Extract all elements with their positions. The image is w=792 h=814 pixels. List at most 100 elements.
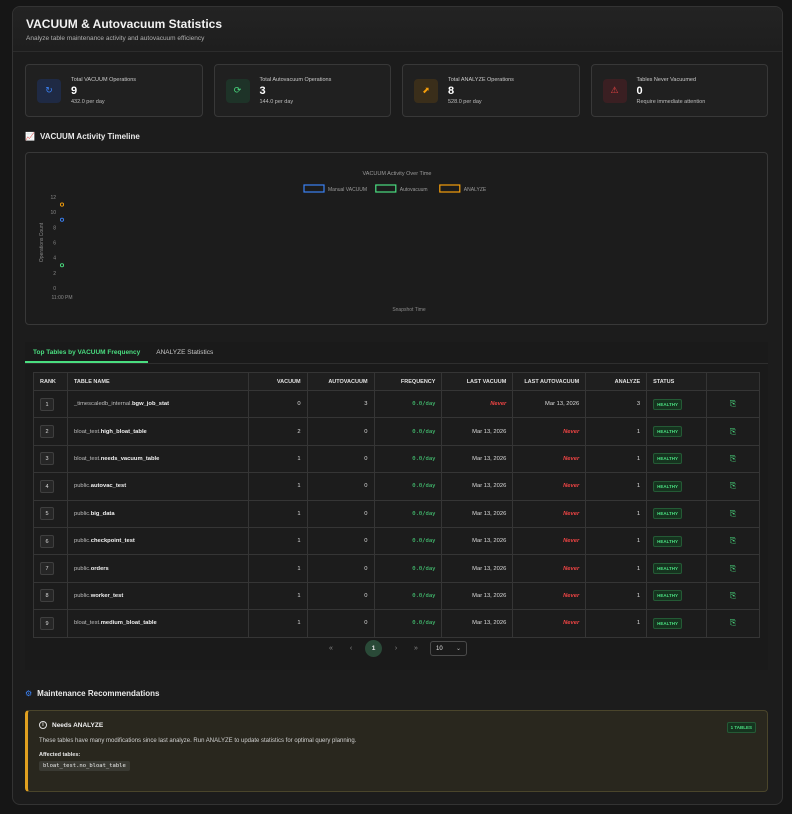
autovacuum-count: 0 xyxy=(306,444,375,474)
last-vacuum: Mar 13, 2026 xyxy=(441,526,514,556)
vacuum-count: 1 xyxy=(247,444,308,474)
col-vacuum[interactable]: VACUUM xyxy=(247,372,308,391)
table-row[interactable]: 1 _timescaledb_internal.bgw_job_stat 0 3 0.0… xyxy=(33,389,760,419)
autovacuum-count: 3 xyxy=(306,389,375,419)
analyze-count: 1 xyxy=(585,499,648,528)
frequency-value: 0.0/day xyxy=(412,565,436,572)
first-page-button[interactable]: « xyxy=(325,645,337,652)
copy-icon[interactable]: ⎘ xyxy=(706,609,760,638)
frequency-value: 0.0/day xyxy=(412,510,436,517)
autovacuum-count: 0 xyxy=(306,554,375,583)
next-page-button[interactable]: › xyxy=(390,645,402,652)
frequency-cell: 0.0/day xyxy=(373,444,443,474)
last-vacuum: Mar 13, 2026 xyxy=(441,581,514,611)
copy-icon[interactable]: ⎘ xyxy=(706,472,760,501)
table-name: checkpoint_test xyxy=(90,538,135,545)
copy-icon[interactable]: ⎘ xyxy=(706,444,760,474)
tables-count-badge: 1 TABLES xyxy=(726,722,756,733)
copy-icon[interactable]: ⎘ xyxy=(706,554,760,583)
last-page-button[interactable]: » xyxy=(410,645,422,652)
analyze-count: 1 xyxy=(585,526,648,556)
table-row[interactable]: 7 public.orders 1 0 0.0/day Mar 13, 2026 Never… xyxy=(33,554,760,583)
page-subtitle: Analyze table maintenance activity and a… xyxy=(26,35,205,42)
current-page-button[interactable]: 1 xyxy=(365,640,382,657)
table-container: RANK TABLE NAME VACUUM AUTOVACUUM FREQUE… xyxy=(25,364,768,670)
last-vacuum: Mar 13, 2026 xyxy=(441,554,514,583)
col-status[interactable]: STATUS xyxy=(646,372,708,391)
col-autovacuum[interactable]: AUTOVACUUM xyxy=(306,372,375,391)
prev-page-button[interactable]: ‹ xyxy=(345,645,357,652)
status-badge: HEALTHY xyxy=(653,617,683,629)
col-frequency[interactable]: FREQUENCY xyxy=(373,372,443,391)
col-last-autovacuum[interactable]: LAST AUTOVACUUM xyxy=(512,372,587,391)
schema-name: public. xyxy=(73,483,91,490)
affected-table-chip[interactable]: bloat_test.no_bloat_table xyxy=(39,761,130,771)
schema-name: public. xyxy=(73,538,91,545)
legend-swatch-1 xyxy=(375,184,397,193)
chart-title: VACUUM Activity Over Time xyxy=(363,171,432,177)
y-tick-label: 4 xyxy=(53,256,56,262)
rank-badge: 7 xyxy=(40,562,54,576)
copy-icon[interactable]: ⎘ xyxy=(706,526,760,556)
schema-name: bloat_test. xyxy=(73,455,101,462)
data-point-0 xyxy=(59,217,65,222)
rank-badge: 4 xyxy=(40,479,54,493)
y-tick-label: 12 xyxy=(50,195,56,201)
copy-icon[interactable]: ⎘ xyxy=(706,581,760,611)
col-rank[interactable]: RANK xyxy=(33,372,68,391)
top-tables-table: RANK TABLE NAME VACUUM AUTOVACUUM FREQUE… xyxy=(33,372,760,638)
table-name-cell: bloat_test.high_bloat_table xyxy=(66,417,249,446)
copy-icon[interactable]: ⎘ xyxy=(706,389,760,419)
copy-icon[interactable]: ⎘ xyxy=(706,417,760,446)
rank-cell: 6 xyxy=(33,526,68,556)
table-row[interactable]: 3 bloat_test.needs_vacuum_table 1 0 0.0/day M… xyxy=(33,444,760,474)
last-vacuum: Never xyxy=(441,389,514,419)
table-row[interactable]: 4 public.autovac_test 1 0 0.0/day Mar 13, 202… xyxy=(33,472,760,501)
col-last-vacuum[interactable]: LAST VACUUM xyxy=(441,372,514,391)
pagination: « ‹ 1 › » 10 ⌄ xyxy=(0,640,792,657)
table-row[interactable]: 9 bloat_test.medium_bloat_table 1 0 0.0/day M… xyxy=(33,609,760,638)
rank-badge: 6 xyxy=(40,534,54,548)
analyze-count: 1 xyxy=(585,472,648,501)
table-row[interactable]: 6 public.checkpoint_test 1 0 0.0/day Mar 13, … xyxy=(33,526,760,556)
status-badge: HEALTHY xyxy=(653,508,683,520)
table-row[interactable]: 2 bloat_test.high_bloat_table 2 0 0.0/day Mar… xyxy=(33,417,760,446)
stat-label: Total VACUUM Operations xyxy=(71,76,137,83)
schema-name: bloat_test. xyxy=(73,620,101,627)
frequency-value: 0.0/day xyxy=(412,483,436,490)
last-vacuum: Mar 13, 2026 xyxy=(441,499,514,528)
col-analyze[interactable]: ANALYZE xyxy=(585,372,648,391)
table-row[interactable]: 8 public.worker_test 1 0 0.0/day Mar 13, 2026… xyxy=(33,581,760,611)
col-table-name[interactable]: TABLE NAME xyxy=(66,372,249,391)
frequency-value: 0.0/day xyxy=(412,401,436,408)
stat-note: 144.0 per day xyxy=(259,98,294,105)
tab-analyze-statistics[interactable]: ANALYZE Statistics xyxy=(148,342,221,363)
schema-name: bloat_test. xyxy=(73,428,101,435)
rank-cell: 2 xyxy=(33,417,68,446)
stat-card: ⚠ Tables Never Vacuumed 0 Require immediate… xyxy=(590,64,768,117)
analyze-count: 1 xyxy=(585,609,648,638)
legend-swatch-2 xyxy=(439,184,461,193)
table-body: 1 _timescaledb_internal.bgw_job_stat 0 3 0.0… xyxy=(33,389,760,638)
table-row[interactable]: 5 public.big_data 1 0 0.0/day Mar 13, 2026 Nev… xyxy=(33,499,760,528)
y-tick-label: 2 xyxy=(53,271,56,277)
col-actions xyxy=(706,372,760,391)
schema-name: public. xyxy=(73,592,91,599)
vacuum-count: 1 xyxy=(247,472,308,501)
autovacuum-count: 0 xyxy=(306,499,375,528)
vacuum-timeline-chart: VACUUM Activity Over Time Manual VACUUM Au… xyxy=(25,152,768,325)
affected-tables-list: bloat_test.no_bloat_table xyxy=(39,758,756,771)
stat-text: Total ANALYZE Operations 8 528.0 per day xyxy=(448,77,514,105)
gear-icon: ⚙ xyxy=(25,689,33,698)
stat-label: Tables Never Vacuumed xyxy=(636,76,697,83)
recommendations-section-title: ⚙ Maintenance Recommendations xyxy=(25,689,159,698)
tab-top-tables[interactable]: Top Tables by VACUUM Frequency xyxy=(25,342,149,363)
y-tick-label: 10 xyxy=(50,210,56,216)
rank-cell: 9 xyxy=(33,609,68,638)
table-header-row: RANK TABLE NAME VACUUM AUTOVACUUM FREQUE… xyxy=(33,372,760,391)
page-size-select[interactable]: 10 ⌄ xyxy=(430,641,467,656)
vacuum-count: 1 xyxy=(247,526,308,556)
copy-icon[interactable]: ⎘ xyxy=(706,499,760,528)
table-tabs: Top Tables by VACUUM Frequency ANALYZE S… xyxy=(25,342,768,364)
analyze-count: 3 xyxy=(585,389,648,419)
